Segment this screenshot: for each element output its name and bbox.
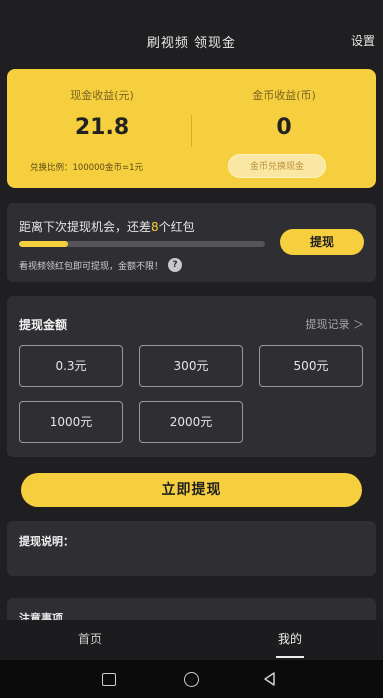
remaining-count: 8 [151, 220, 159, 234]
withdraw-record-link[interactable]: 提现记录 ＞ [306, 316, 365, 332]
active-tab-indicator [276, 656, 304, 658]
back-icon[interactable] [262, 671, 278, 687]
settings-link[interactable]: 设置 [351, 32, 375, 49]
page-title: 刷视频 领现金 [146, 36, 237, 51]
exchange-coins-button[interactable]: 金币兑换现金 [228, 154, 326, 178]
help-icon[interactable]: ? [168, 258, 183, 272]
amount-option[interactable]: 500元 [259, 345, 363, 387]
progress-bar-fill [19, 241, 69, 247]
amount-option[interactable]: 0.3元 [19, 345, 123, 387]
progress-headline: 距离下次提现机会，还差8个红包 [19, 218, 195, 235]
progress-note-text: 看视频领红包即可提现，金额不限！ [19, 261, 164, 272]
progress-head-prefix: 距离下次提现机会，还差 [19, 220, 152, 234]
coin-earnings: 金币收益(币) 0 [199, 87, 369, 140]
progress-head-suffix: 个红包 [158, 220, 195, 234]
coin-earnings-value: 0 [276, 115, 292, 140]
amount-option[interactable]: 300元 [139, 345, 243, 387]
cash-earnings: 现金收益(元) 21.8 [17, 87, 187, 140]
exchange-rate: 兑换比例：100000金币=1元 [30, 163, 143, 173]
cash-earnings-value: 21.8 [74, 115, 130, 140]
withdraw-now-button[interactable]: 立即提现 [21, 473, 362, 507]
tab-mine[interactable]: 我的 [278, 630, 302, 647]
withdraw-button[interactable]: 提现 [280, 229, 364, 255]
withdraw-progress-card: 距离下次提现机会，还差8个红包 提现 看视频领红包即可提现，金额不限！ ? [7, 203, 376, 282]
header: 刷视频 领现金 设置 [0, 0, 383, 70]
amount-title: 提现金额 [19, 318, 68, 332]
withdraw-amount-card: 提现金额 提现记录 ＞ 0.3元 300元 500元 1000元 2000元 [7, 296, 376, 457]
tab-home[interactable]: 首页 [78, 630, 102, 647]
progress-note: 看视频领红包即可提现，金额不限！ ? [19, 258, 183, 272]
home-icon[interactable] [184, 672, 199, 687]
coin-earnings-label: 金币收益(币) [252, 89, 316, 102]
amount-option[interactable]: 1000元 [19, 401, 123, 443]
instructions-title: 提现说明： [19, 535, 74, 548]
earnings-divider [191, 115, 192, 147]
tab-bar: 首页 我的 [0, 620, 383, 660]
cash-earnings-label: 现金收益(元) [70, 89, 134, 102]
instructions-card: 提现说明： [7, 521, 376, 576]
system-nav-bar [0, 660, 383, 698]
recent-apps-icon[interactable] [102, 673, 116, 686]
amount-option[interactable]: 2000元 [139, 401, 243, 443]
progress-bar [19, 241, 265, 247]
